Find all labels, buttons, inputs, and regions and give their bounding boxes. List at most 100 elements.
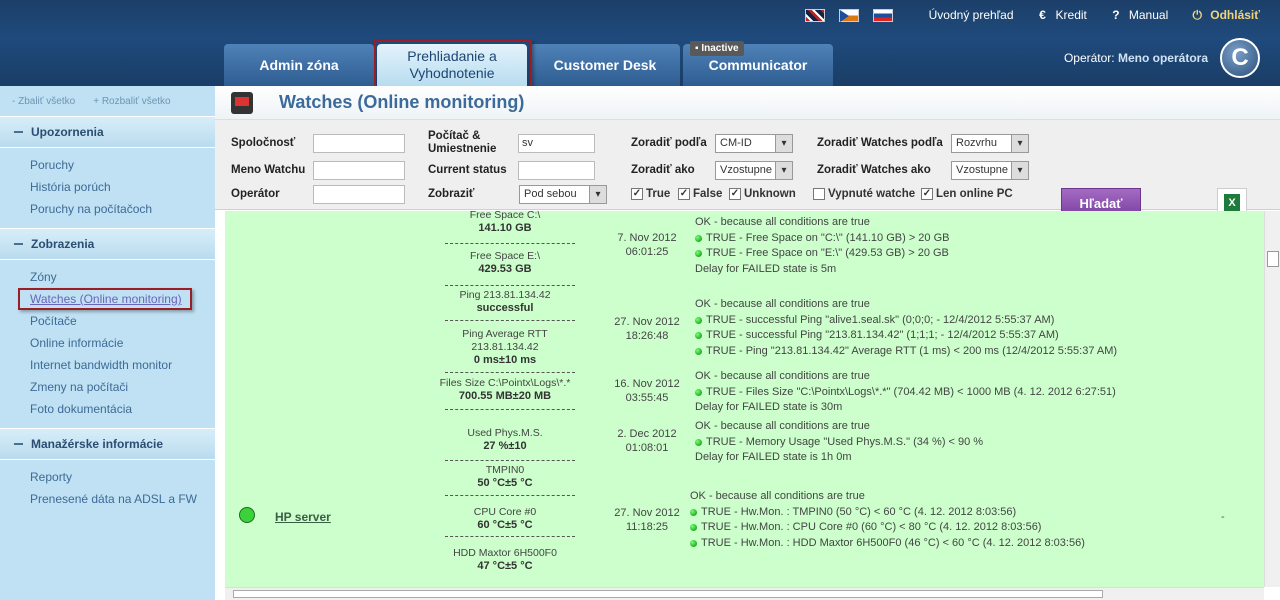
section-header-views[interactable]: Zobrazenia <box>0 228 215 260</box>
row-separator <box>445 409 575 410</box>
disabled-watches-checkbox[interactable]: Vypnuté watche <box>813 188 915 200</box>
empty-checkbox-icon <box>813 188 825 200</box>
top-bar: Úvodný prehľad € Kredit ? Manual ⏻ Odhlásiť <box>804 0 1280 30</box>
sort-as-select[interactable]: Vzostupne <box>715 161 793 180</box>
true-checkbox-label: True <box>646 188 671 200</box>
sidebar-item-failure-history[interactable]: História porúch <box>30 176 215 198</box>
sidebar-toggles: - Zbaliť všetko + Rozbaliť všetko <box>0 86 215 116</box>
sidebar-item-watches[interactable]: Watches (Online monitoring) <box>18 288 215 310</box>
watch-name-input[interactable] <box>313 161 405 180</box>
home-label: Úvodný prehľad <box>928 8 1014 22</box>
sort-watches-as-label: Zoradiť Watches ako <box>817 164 931 176</box>
false-checkbox[interactable]: ✓ False <box>678 188 722 200</box>
server-extra: - <box>1221 511 1225 523</box>
section-title: Manažérske informácie <box>31 437 164 451</box>
logout-label: Odhlásiť <box>1210 8 1260 22</box>
expand-all-link[interactable]: + Rozbaliť všetko <box>93 96 170 107</box>
sidebar-item-failures[interactable]: Poruchy <box>30 154 215 176</box>
metric: HDD Maxtor 6H500F0 47 °C±5 °C <box>453 547 557 572</box>
sort-by-select[interactable]: CM-ID <box>715 134 793 153</box>
status-block: OK - because all conditions are true TRU… <box>695 419 983 466</box>
metric: Ping 213.81.134.42 successful <box>459 289 551 314</box>
green-status-icon <box>695 347 702 355</box>
status-head: OK - because all conditions are true <box>695 370 870 382</box>
last-change-date: 27. Nov 2012 11:18:25 <box>614 507 680 533</box>
manual-label: Manual <box>1128 8 1169 22</box>
sidebar-item-adsl-data[interactable]: Prenesené dáta na ADSL a FW <box>30 488 215 510</box>
current-status-input[interactable] <box>518 161 595 180</box>
sidebar-item-computer-failures[interactable]: Poruchy na počítačoch <box>30 198 215 220</box>
inactive-badge-label: Inactive <box>701 43 739 54</box>
metric: TMPIN0 50 °C±5 °C <box>477 464 533 489</box>
page-title: Watches (Online monitoring) <box>279 92 525 112</box>
euro-icon: € <box>1039 8 1046 22</box>
operator-label: Operátor <box>231 188 280 200</box>
manual-link[interactable]: ? Manual <box>1109 8 1168 22</box>
sidebar-item-computers[interactable]: Počítače <box>30 310 215 332</box>
green-status-icon <box>690 524 697 532</box>
scroll-thumb[interactable] <box>1267 251 1279 267</box>
green-status-icon <box>695 234 702 242</box>
last-change-date: 27. Nov 2012 18:26:48 <box>614 316 680 342</box>
sidebar-item-zones[interactable]: Zóny <box>30 266 215 288</box>
tab-customer-desk[interactable]: Customer Desk <box>530 44 680 86</box>
sidebar-item-bandwidth[interactable]: Internet bandwidth monitor <box>30 354 215 376</box>
sidebar: - Zbaliť všetko + Rozbaliť všetko Upozor… <box>0 86 215 600</box>
credit-link[interactable]: € Kredit <box>1036 8 1087 22</box>
status-block: OK - because all conditions are true TRU… <box>695 297 1117 359</box>
credit-label: Kredit <box>1055 8 1087 22</box>
logout-link[interactable]: ⏻ Odhlásiť <box>1190 8 1260 23</box>
last-change-date: 16. Nov 2012 03:55:45 <box>614 378 680 404</box>
home-link[interactable]: Úvodný prehľad <box>929 8 1014 22</box>
display-label: Zobraziť <box>428 188 475 200</box>
sort-watches-by-select[interactable]: Rozvrhu <box>951 134 1029 153</box>
sidebar-item-online-info[interactable]: Online informácie <box>30 332 215 354</box>
operator-input[interactable] <box>313 185 405 204</box>
status-head: OK - because all conditions are true <box>695 420 870 432</box>
operator-name: Meno operátora <box>1117 51 1208 65</box>
section-header-management[interactable]: Manažérske informácie <box>0 428 215 460</box>
company-input[interactable] <box>313 134 405 153</box>
section-title: Upozornenia <box>31 125 104 139</box>
unknown-checkbox[interactable]: ✓ Unknown <box>729 188 796 200</box>
false-checkbox-label: False <box>693 188 723 200</box>
last-change-date: 2. Dec 2012 01:08:01 <box>617 428 677 454</box>
delay-text: Delay for FAILED state is 5m <box>695 262 837 275</box>
scroll-thumb[interactable] <box>233 590 1103 598</box>
green-status-icon <box>690 508 697 516</box>
display-select[interactable]: Pod sebou <box>519 185 607 204</box>
computer-input[interactable]: sv <box>518 134 595 153</box>
delay-text: Delay for FAILED state is 30m <box>695 401 843 413</box>
flag-cz-icon[interactable] <box>838 8 859 22</box>
inactive-badge: ▪ Inactive <box>690 41 744 56</box>
sidebar-item-reports[interactable]: Reporty <box>30 466 215 488</box>
condition-row: TRUE - Memory Usage "Used Phys.M.S." (34… <box>695 435 983 451</box>
sort-watches-as-select[interactable]: Vzostupne <box>951 161 1029 180</box>
unknown-checkbox-label: Unknown <box>744 188 796 200</box>
flag-uk-icon[interactable] <box>804 8 825 22</box>
true-checkbox[interactable]: ✓ True <box>631 188 670 200</box>
tab-admin-zone[interactable]: Admin zóna <box>224 44 374 86</box>
collapse-all-link[interactable]: - Zbaliť všetko <box>12 96 75 107</box>
sort-watches-by-label: Zoradiť Watches podľa <box>817 137 943 149</box>
status-block: OK - because all conditions are true TRU… <box>690 489 1085 551</box>
horizontal-scrollbar[interactable] <box>225 587 1264 600</box>
metric: CPU Core #0 60 °C±5 °C <box>473 506 537 531</box>
server-link[interactable]: HP server <box>275 510 331 524</box>
checkmark-icon: ✓ <box>729 188 741 200</box>
company-label: Spoločnosť <box>231 137 296 149</box>
green-status-icon <box>695 438 702 446</box>
sidebar-item-computer-changes[interactable]: Zmeny na počítači <box>30 376 215 398</box>
section-header-alerts[interactable]: Upozornenia <box>0 116 215 148</box>
flag-sk-icon[interactable] <box>872 8 893 22</box>
minus-icon <box>14 443 23 445</box>
tab-browse-evaluate[interactable]: Prehliadanie a Vyhodnotenie <box>377 44 527 86</box>
vertical-scrollbar[interactable] <box>1264 211 1280 587</box>
metric: Used Phys.M.S. 27 %±10 <box>467 427 543 452</box>
online-pc-checkbox[interactable]: ✓ Len online PC <box>921 188 1013 200</box>
condition-row: TRUE - Hw.Mon. : CPU Core #0 (60 °C) < 8… <box>690 520 1085 536</box>
metric-separator <box>445 495 575 496</box>
sidebar-item-photo-docs[interactable]: Foto dokumentácia <box>30 398 215 420</box>
green-status-icon <box>695 332 702 340</box>
checkmark-icon: ✓ <box>921 188 933 200</box>
